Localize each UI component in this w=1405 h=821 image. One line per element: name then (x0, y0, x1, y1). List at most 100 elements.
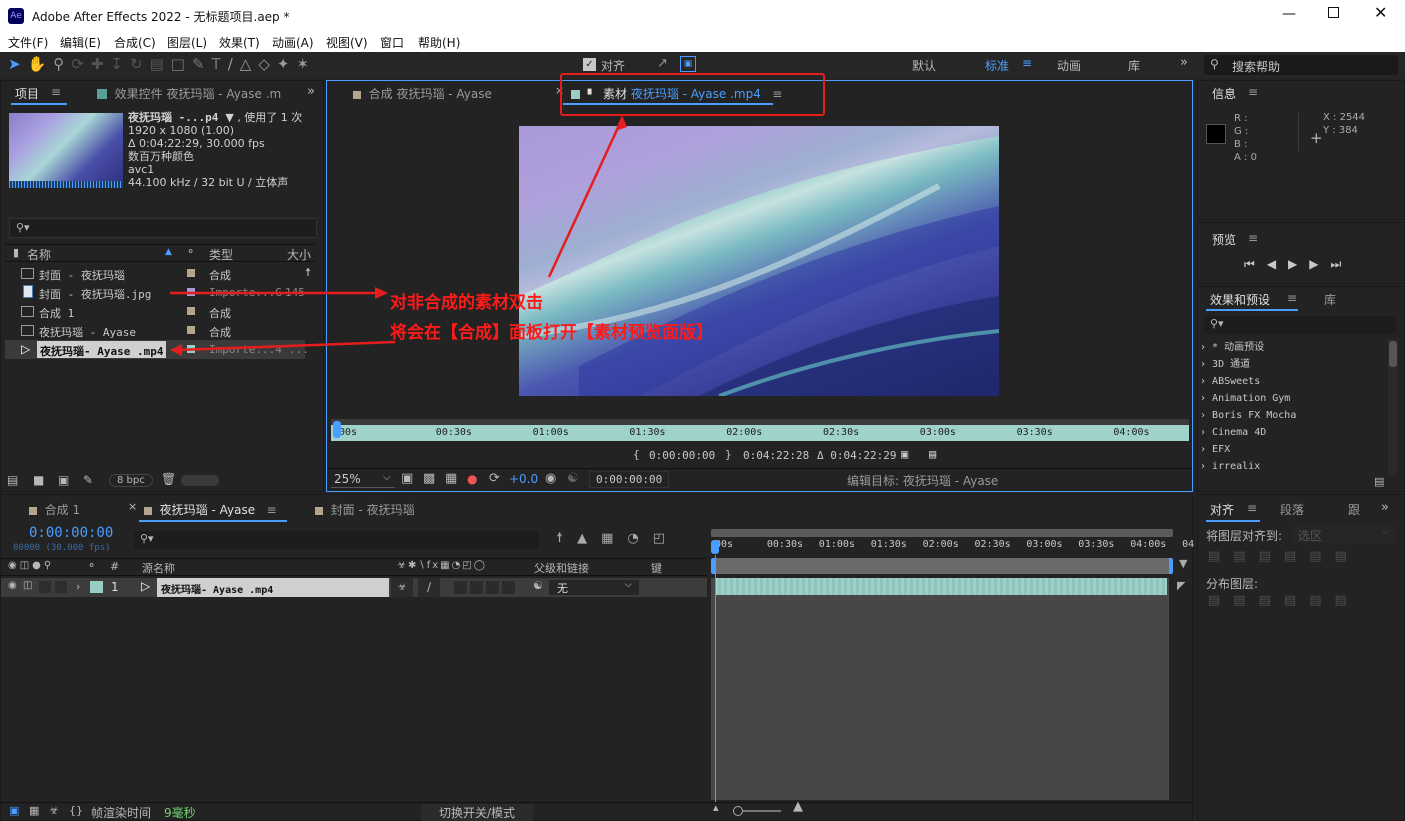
out-point-icon[interactable]: } (725, 448, 732, 461)
new-comp-icon[interactable]: ▣ (58, 473, 69, 487)
tab-timeline-ayase[interactable]: 夜抚玛瑙 - Ayase ≡ (144, 501, 277, 518)
timeline-zoom-knob[interactable] (733, 806, 743, 816)
tab-effect-controls[interactable]: 效果控件 夜抚玛瑙 - Ayase .m (97, 85, 281, 102)
col-name[interactable]: 名称 (27, 246, 51, 263)
layer-duration-bar[interactable] (715, 578, 1167, 595)
layer-switch-box[interactable]: ☣ (391, 578, 413, 597)
lock-box[interactable] (55, 581, 67, 593)
effects-item[interactable]: › irrealix (1200, 458, 1384, 475)
viewer-time-ruler[interactable]: 00s 00:30s 01:00s 01:30s 02:00s 02:30s 03:00s 0… (331, 419, 1189, 441)
prev-frame-icon[interactable]: ◀ (1267, 257, 1288, 271)
grid-icon[interactable]: ▦ (445, 471, 457, 486)
dolly-tool-icon[interactable]: ↧ (110, 55, 130, 73)
layer-label-color[interactable] (90, 581, 103, 593)
eraser-tool-icon[interactable]: ◇ (258, 55, 277, 73)
interpret-footage-icon[interactable]: ▤ (7, 473, 18, 487)
viewer-timecode[interactable]: 0:00:00:00 (589, 471, 670, 488)
panel-menu-icon[interactable]: ≡ (51, 85, 61, 99)
pan-tool-icon[interactable]: ✚ (91, 55, 111, 73)
layer-row[interactable]: ◉ ◫ › 1 ▷ 夜抚玛瑙- Ayase .mp4 ☣ ∕ ☯ 无 ⌵ (1, 578, 707, 597)
rotate-tool-icon[interactable]: ↻ (130, 55, 150, 73)
workspace-more-icon[interactable]: » (1180, 55, 1188, 70)
timeline-search-input[interactable]: ⚲▾ (134, 531, 539, 549)
first-frame-icon[interactable]: ⏮ (1244, 257, 1267, 271)
tab-paragraph[interactable]: 段落 (1280, 501, 1304, 518)
graph-editor-icon[interactable]: ◰ (653, 531, 679, 546)
out-point[interactable]: 0:04:22:28 (743, 449, 809, 462)
timeline-zoom-end-icon[interactable]: ▼ (1179, 557, 1187, 570)
viewer-playhead[interactable] (333, 421, 341, 438)
timeline-range-bar[interactable] (711, 558, 1173, 574)
rgb-channel-icon[interactable]: ● (467, 472, 477, 486)
col-parent[interactable]: 父级和链接 (534, 560, 589, 576)
align-right-icon[interactable]: ▤ (1259, 549, 1284, 564)
visibility-icon[interactable]: ◉ (8, 580, 17, 591)
project-settings-icon[interactable]: ✎ (83, 473, 93, 487)
timeline-work-area-bar[interactable] (711, 529, 1173, 537)
col-type[interactable]: 类型 (209, 246, 233, 263)
distribute-right-icon[interactable]: ▤ (1334, 593, 1359, 608)
new-preset-icon[interactable]: ▤ (1374, 475, 1384, 488)
panel-menu-icon[interactable]: ≡ (1287, 291, 1297, 305)
tab-timeline-cover[interactable]: 封面 - 夜抚玛瑙 (315, 501, 415, 518)
workspace-menu-icon[interactable]: ≡ (1022, 56, 1032, 70)
search-help-box[interactable]: ⚲ 搜索帮助 (1204, 55, 1398, 75)
delete-icon[interactable]: 🗑 (161, 472, 176, 486)
play-icon[interactable]: ▶ (1288, 257, 1309, 271)
menu-layer[interactable]: 图层(L) (167, 34, 207, 51)
orbit-tool-icon[interactable]: ⟳ (71, 55, 91, 73)
color-management-icon[interactable]: ⟳ (489, 471, 500, 486)
distribute-top-icon[interactable]: ▤ (1208, 593, 1233, 608)
parent-select[interactable]: 无 ⌵ (549, 580, 639, 595)
selection-tool-icon[interactable]: ➤ (8, 55, 28, 73)
zoom-in-icon[interactable]: ▲ (793, 799, 803, 814)
align-bottom-icon[interactable]: ▤ (1334, 549, 1359, 564)
bpc-button[interactable]: 8 bpc (109, 474, 153, 487)
pen-tool-icon[interactable]: ✎ (192, 55, 212, 73)
distribute-left-icon[interactable]: ▤ (1284, 593, 1309, 608)
tab-library[interactable]: 库 (1324, 291, 1336, 308)
effects-search-input[interactable]: ⚲▾ (1204, 316, 1396, 334)
snap-box-icon[interactable]: ▣ (680, 56, 696, 72)
effects-item[interactable]: › Boris FX Mocha (1200, 407, 1384, 424)
snapshot-icon[interactable]: ◉ (545, 471, 556, 486)
solo-box[interactable] (39, 581, 51, 593)
effects-item[interactable]: › 3D 通道 (1200, 356, 1384, 373)
panel-overflow-icon[interactable]: » (307, 84, 315, 99)
brush-tool-icon[interactable]: ∕ (228, 55, 240, 73)
align-vcenter-icon[interactable]: ▤ (1309, 549, 1334, 564)
menu-view[interactable]: 视图(V) (326, 34, 368, 51)
frame-blending-icon[interactable]: ▦ (601, 531, 627, 546)
panel-overflow-icon[interactable]: » (1381, 500, 1389, 515)
project-scrollbar[interactable] (181, 475, 219, 486)
pickwhip-icon[interactable]: ☯ (533, 579, 543, 592)
menu-comp[interactable]: 合成(C) (114, 34, 156, 51)
tab-project[interactable]: 项目 (15, 85, 39, 102)
shape-tool-icon[interactable]: □ (171, 55, 192, 73)
align-left-icon[interactable]: ▤ (1208, 549, 1233, 564)
next-frame-icon[interactable]: ▶ (1309, 257, 1330, 271)
distribute-vcenter-icon[interactable]: ▤ (1233, 593, 1258, 608)
tab-tracker[interactable]: 跟 (1348, 501, 1360, 518)
col-source-name[interactable]: 源名称 (142, 560, 175, 576)
effects-item[interactable]: › Cinema 4D (1200, 424, 1384, 441)
ripple-insert-icon[interactable]: ▣ (901, 447, 908, 461)
close-button[interactable]: ✕ (1374, 3, 1387, 22)
comp-flowchart-icon[interactable]: ☨ (556, 531, 577, 546)
layer-switch-box[interactable] (502, 581, 515, 594)
align-top-icon[interactable]: ▤ (1284, 549, 1309, 564)
close-tab-icon[interactable]: × (128, 500, 137, 513)
workspace-standard[interactable]: 标准 (985, 57, 1009, 74)
flowchart-icon[interactable]: ☨ (305, 266, 311, 279)
sort-asc-icon[interactable]: ▲ (165, 247, 172, 257)
puppet-tool-icon[interactable]: ✶ (296, 55, 316, 73)
layer-switch-box[interactable] (486, 581, 499, 594)
panel-menu-icon[interactable]: ≡ (1247, 501, 1257, 515)
timeline-ruler[interactable]: 00s 00:30s 01:00s 01:30s 02:00s 02:30s 03:00s 0… (711, 539, 1194, 557)
draft-3d-icon[interactable]: ▲ (577, 531, 601, 546)
tab-composition[interactable]: 合成 夜抚玛瑙 - Ayase (353, 85, 492, 102)
anchor-tool-icon[interactable]: ▤ (150, 55, 171, 73)
in-point-icon[interactable]: { (633, 448, 640, 461)
safe-margins-icon[interactable]: ▩ (423, 471, 435, 486)
workspace-default[interactable]: 默认 (912, 57, 936, 74)
